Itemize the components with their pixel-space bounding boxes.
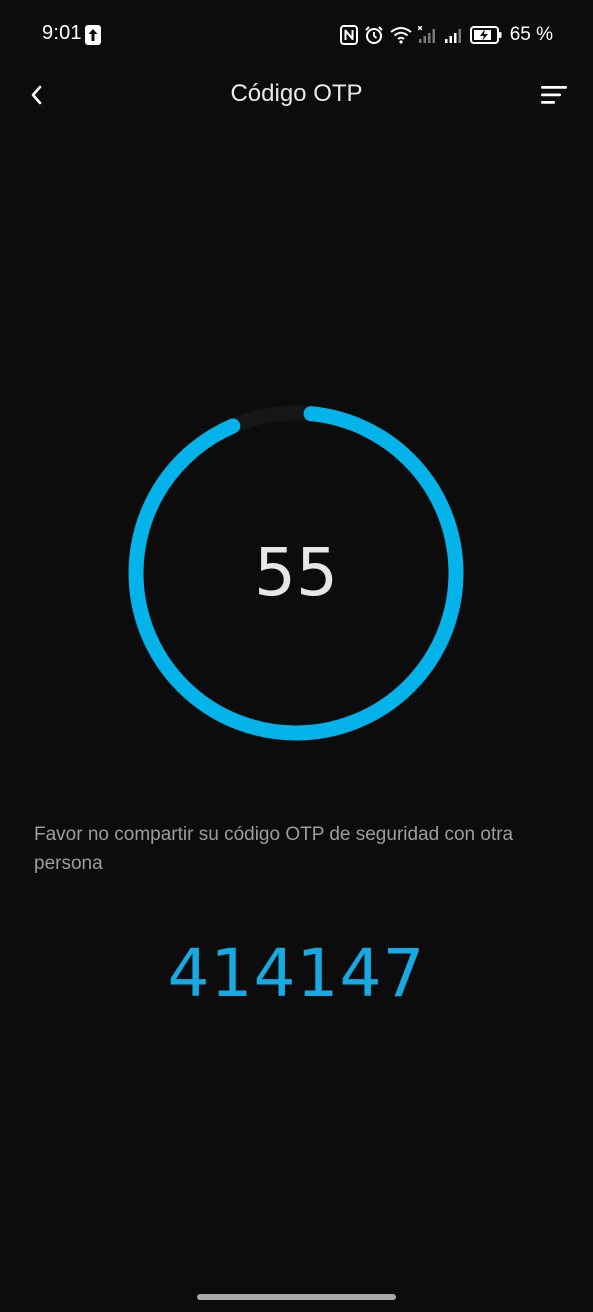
countdown-timer: 55 — [128, 405, 464, 741]
battery-icon — [469, 25, 502, 45]
sort-menu-icon — [541, 86, 567, 104]
seconds-remaining: 55 — [254, 534, 338, 611]
alarm-icon — [364, 25, 384, 45]
battery-percent: 65 % — [509, 24, 553, 45]
signal-icon-2 — [444, 26, 464, 44]
page-title: Código OTP — [230, 80, 363, 107]
sort-menu-button[interactable] — [537, 79, 571, 111]
header: Código OTP — [0, 70, 593, 120]
signal-icon — [417, 26, 438, 44]
upload-icon — [85, 25, 101, 45]
security-warning: Favor no compartir su código OTP de segu… — [34, 824, 514, 874]
nfc-icon — [339, 25, 358, 45]
status-bar: 9:01 65 % — [0, 0, 593, 70]
otp-code: 414147 — [167, 935, 426, 1012]
status-time: 9:01 — [42, 22, 82, 44]
status-icons: 65 % — [339, 23, 553, 47]
wifi-icon — [390, 26, 412, 44]
home-indicator[interactable] — [197, 1294, 396, 1300]
